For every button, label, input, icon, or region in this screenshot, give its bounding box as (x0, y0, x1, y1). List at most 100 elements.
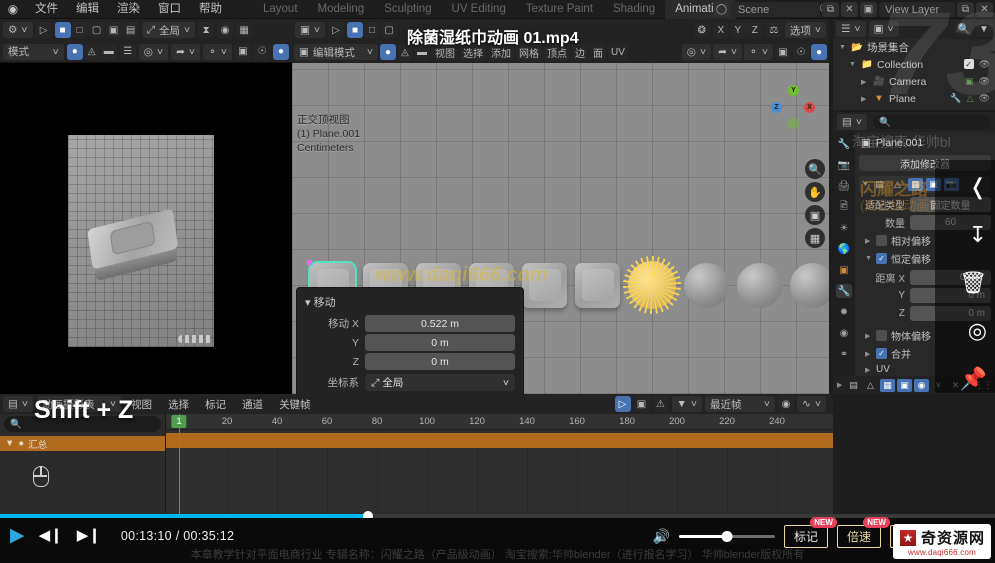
footer-realtime-icon[interactable]: ▣ (897, 378, 912, 392)
dopesheet-menu-marker[interactable]: 标记 (199, 397, 232, 412)
next-button[interactable]: ▶❙ (77, 528, 101, 543)
orientation-select[interactable]: ⤢ 全局 ˅ (365, 374, 515, 391)
mirror-icon[interactable]: ⚖ (765, 22, 782, 38)
viewport-snap-dropdown[interactable]: ➦ ˅ (713, 44, 743, 60)
viewport-select-new-icon[interactable]: ■ (347, 22, 364, 38)
proportional-dropdown[interactable]: ⚬ ˅ (203, 43, 232, 60)
timeline-ruler[interactable]: 20 40 60 80 100 120 140 160 180 200 220 … (166, 414, 833, 430)
mode-dropdown[interactable]: 模式 ˅ (3, 43, 64, 60)
viewport-select-extend-icon[interactable]: □ (364, 22, 381, 38)
relative-offset-checkbox[interactable] (876, 235, 887, 246)
proportional-edit-icon[interactable]: ◉ (217, 22, 234, 38)
viewport-xray-icon[interactable]: ▣ (775, 44, 791, 60)
viewport-canvas[interactable]: 正交顶视图 (1) Plane.001 Centimeters Y Z X 🔍 … (292, 63, 829, 394)
show-hidden-icon[interactable]: ▣ (633, 396, 650, 412)
record-icon[interactable]: ◎ (968, 318, 987, 344)
wireframe-shading-icon[interactable]: ☉ (254, 43, 270, 60)
viewport-wireframe-icon[interactable]: ☉ (793, 44, 809, 60)
scene-name-field[interactable]: Scene (732, 2, 820, 17)
volume-icon[interactable]: 🔊 (653, 528, 670, 545)
channel-row-summary[interactable]: ▼ ● 汇总 (0, 436, 165, 451)
tab-modifiers[interactable]: 🔧 (836, 284, 852, 298)
volume-slider[interactable] (678, 531, 775, 542)
properties-editor-type-dropdown[interactable]: ▤ ˅ (837, 114, 868, 130)
viewport-solid-icon[interactable]: ● (811, 44, 827, 60)
options-dropdown[interactable]: 选项 ˅ (784, 22, 826, 38)
select-subtract-icon[interactable]: ▢ (88, 22, 105, 38)
footer-edit-mode-icon[interactable]: △ (863, 379, 878, 392)
dopesheet-editor-type-dropdown[interactable]: ▤ ˅ (3, 396, 34, 412)
tab-particles[interactable]: ✹ (836, 305, 852, 319)
select-intersect-icon[interactable]: ▤ (122, 22, 139, 38)
solid-shading-icon[interactable]: ● (273, 43, 289, 60)
disclosure-triangle-icon[interactable]: ▼ (849, 61, 857, 68)
scene-icon[interactable]: ◯ (713, 2, 730, 17)
snap-mode-dropdown[interactable]: 最近帧 ˅ (705, 396, 776, 412)
hand-pan-icon[interactable]: ✋ (805, 182, 825, 202)
tab-texture-paint[interactable]: Texture Paint (516, 0, 603, 19)
tab-render[interactable]: 📷 (836, 158, 852, 172)
disclosure-triangle-icon[interactable]: ▶ (865, 332, 872, 340)
viewport-falloff-dropdown[interactable]: ⚬ ˅ (744, 44, 773, 60)
footer-modifier-stack-icon[interactable]: ▤ (846, 379, 861, 392)
editor-type-dropdown[interactable]: ⚙ ˅ (3, 22, 33, 38)
filter-dropdown[interactable]: ▼ ˅ (671, 396, 703, 412)
tab-modeling[interactable]: Modeling (308, 0, 375, 19)
axis-x-button[interactable]: X (712, 22, 729, 38)
summary-triangle-icon[interactable]: ▼ (5, 438, 14, 449)
sphere-object[interactable] (684, 262, 729, 308)
gizmo-y-axis[interactable]: Y (788, 85, 799, 96)
menu-help[interactable]: 帮助 (190, 0, 231, 19)
proportional-falloff-icon[interactable]: ❂ (693, 22, 710, 38)
overlays-icon[interactable]: ▦ (236, 22, 253, 38)
mark-button[interactable]: 标记 NEW (783, 517, 837, 548)
tab-view-layer[interactable]: 🖻 (836, 200, 852, 214)
pivot-dropdown[interactable]: ◎ ˅ (138, 43, 169, 60)
keyframe-falloff-dropdown[interactable]: ∿ ˅ (797, 396, 826, 412)
viewport-menu-face[interactable]: 面 (590, 44, 606, 60)
tab-layout[interactable]: Layout (253, 0, 308, 19)
constant-offset-checkbox[interactable]: ✓ (876, 253, 887, 264)
vertex-select-icon[interactable]: ● (66, 43, 83, 60)
gizmo-x-axis[interactable]: X (804, 102, 815, 113)
view-layer-icon[interactable]: ▣ (860, 2, 877, 17)
vertex-mode-icon[interactable]: ● (380, 44, 396, 60)
disclosure-triangle-icon[interactable]: ▶ (865, 237, 872, 245)
dopesheet-menu-select[interactable]: 选择 (162, 397, 195, 412)
render-preview-area[interactable] (0, 63, 292, 394)
tab-world[interactable]: 🌎 (836, 242, 852, 256)
menu-render[interactable]: 渲染 (108, 0, 149, 19)
ortho-persp-toggle-icon[interactable]: ▦ (805, 228, 825, 248)
menu-file[interactable]: 文件 (26, 0, 67, 19)
disclosure-triangle-icon[interactable]: ▼ (839, 44, 847, 51)
interaction-mode-dropdown[interactable]: ▣ 编辑模式 ˅ (294, 44, 378, 60)
tab-object[interactable]: ▣ (836, 263, 852, 277)
volume-knob[interactable] (721, 531, 733, 542)
show-errors-icon[interactable]: ⚠ (652, 396, 669, 412)
xray-toggle-icon[interactable]: ▣ (235, 43, 251, 60)
face-select-icon[interactable]: ▬ (100, 43, 117, 60)
select-cursor-icon[interactable]: ▷ (35, 22, 52, 38)
summary-keyframe-strip[interactable] (166, 433, 833, 448)
delete-icon[interactable]: 🗑 (959, 270, 987, 296)
object-offset-checkbox[interactable] (876, 330, 887, 341)
pin-icon[interactable]: 📌 (960, 366, 987, 392)
operator-panel-title[interactable]: ▾ 移动 (297, 292, 523, 315)
dopesheet-menu-key[interactable]: 关键帧 (273, 397, 317, 412)
play-button[interactable]: ▶ (10, 526, 25, 545)
download-icon[interactable]: ↧ (969, 222, 987, 248)
move-z-value[interactable]: 0 m (365, 353, 515, 370)
playhead-frame-label[interactable]: 1 (171, 415, 187, 428)
tab-output[interactable]: 🖨 (836, 179, 852, 193)
gizmo-y-neg-axis[interactable] (788, 118, 799, 129)
select-new-icon[interactable]: ■ (54, 22, 71, 38)
tab-tool[interactable]: 🔧 (836, 137, 852, 151)
mesh-object[interactable] (575, 262, 620, 308)
previous-button[interactable]: ◀❙ (39, 528, 63, 543)
menu-list-icon[interactable]: ☰ (119, 43, 136, 60)
disclosure-triangle-icon[interactable]: ▶ (865, 366, 872, 374)
edge-select-icon[interactable]: ◬ (83, 43, 100, 60)
merge-checkbox[interactable]: ✓ (876, 348, 887, 359)
share-icon[interactable]: ❬ (969, 174, 987, 200)
transform-orientation-dropdown[interactable]: ⤢ 全局 ˅ (141, 22, 196, 38)
